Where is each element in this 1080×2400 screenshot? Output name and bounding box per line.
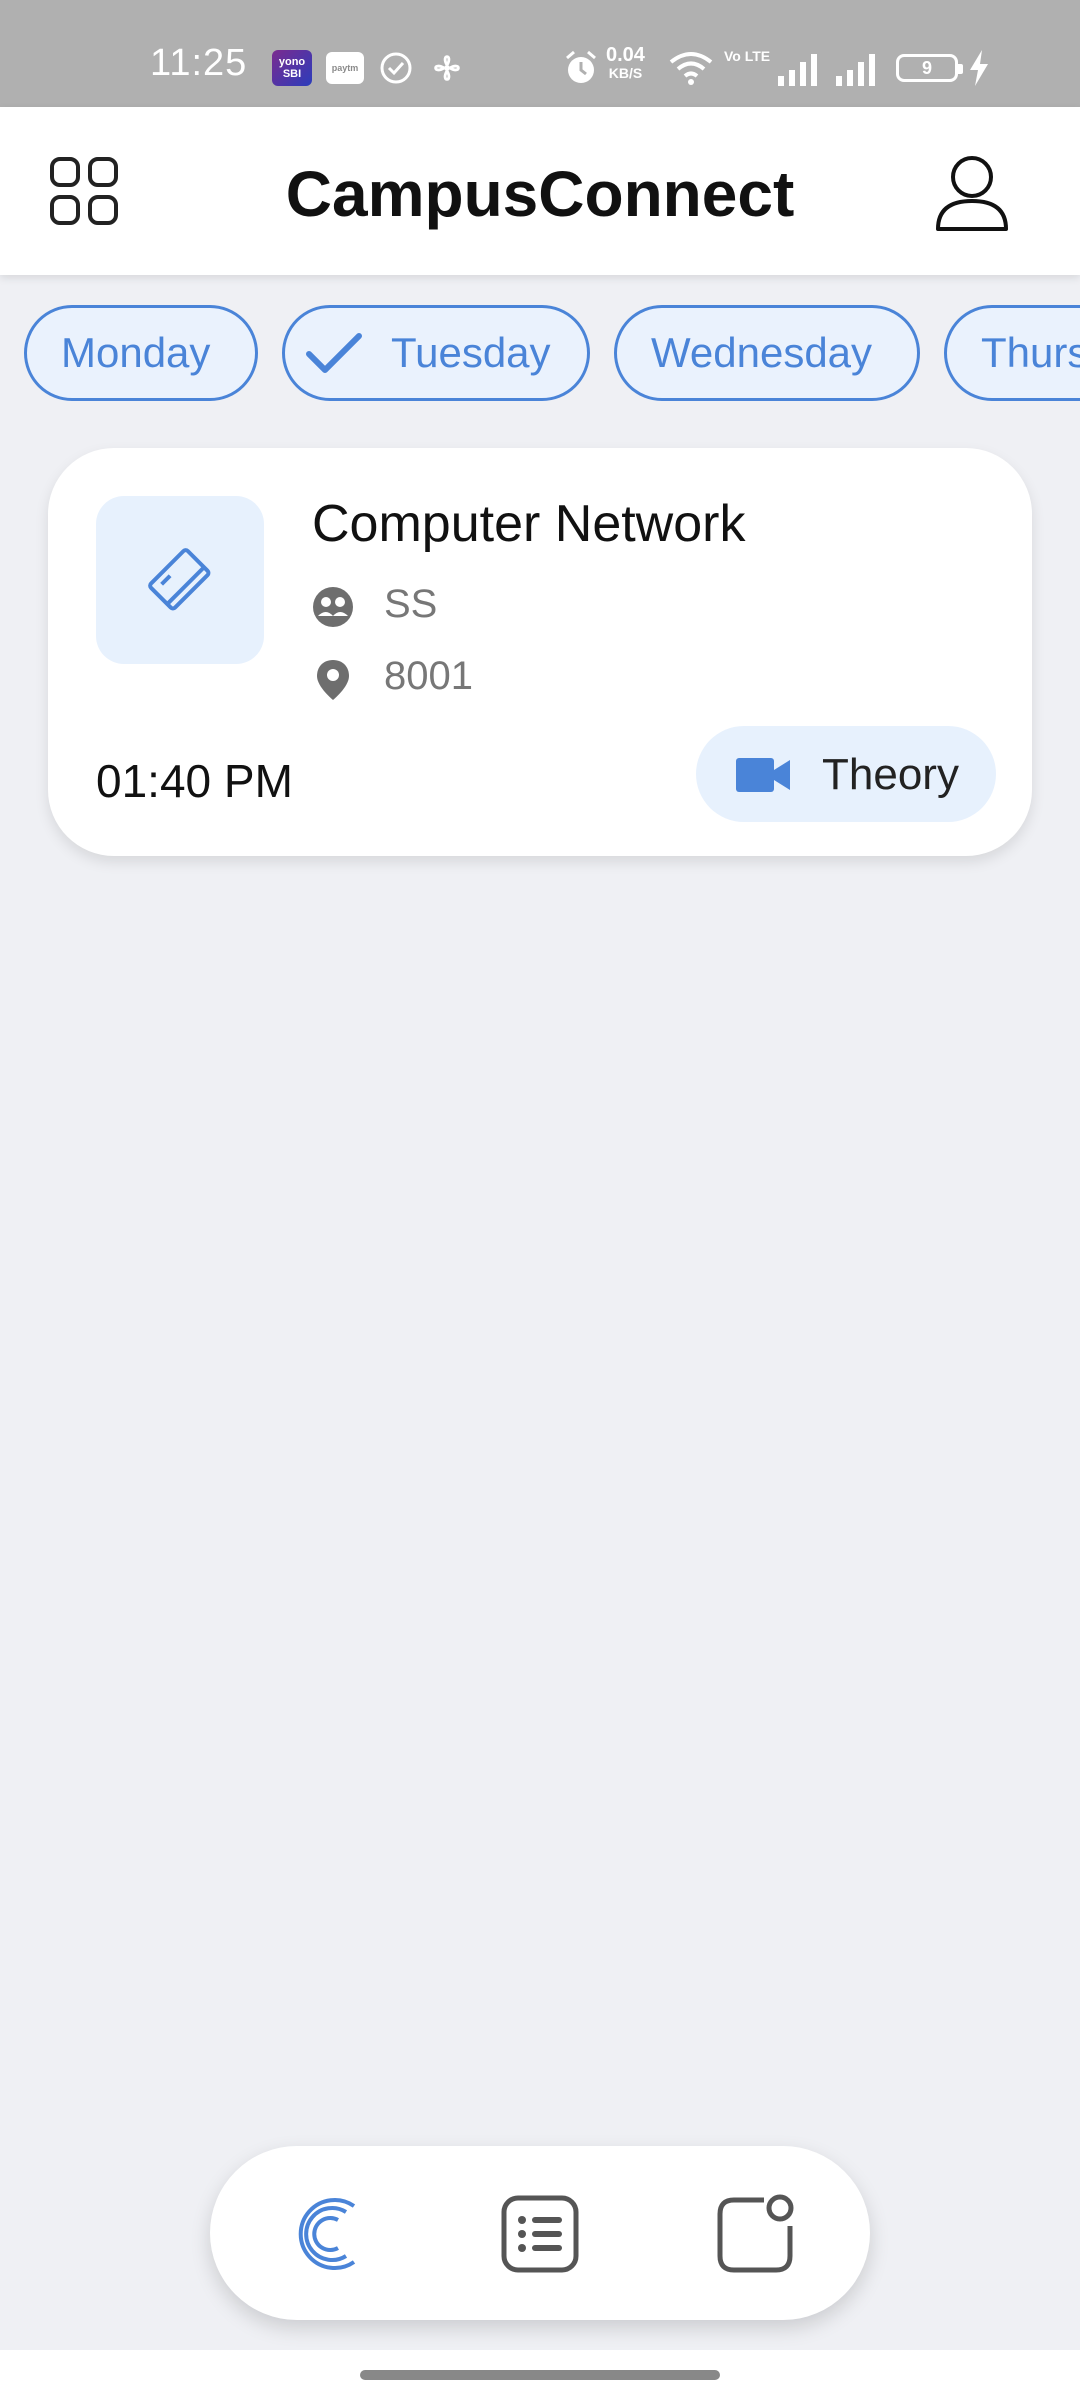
app-title: CampusConnect: [285, 158, 795, 230]
paytm-app-icon: paytm: [326, 52, 364, 84]
class-faculty: SS: [384, 582, 438, 626]
home-indicator[interactable]: [360, 2370, 720, 2380]
check-icon: [306, 333, 362, 373]
class-time: 01:40 PM: [96, 755, 293, 807]
app-bar: CampusConnect: [0, 107, 1080, 275]
day-chip-tuesday[interactable]: Tuesday: [282, 305, 590, 401]
class-room: 8001: [384, 654, 473, 698]
location-pin-icon: [317, 660, 349, 700]
day-chip-label: Thurs: [981, 329, 1080, 376]
wifi-icon: [669, 52, 713, 85]
volte-indicator: Vo LTE: [724, 48, 771, 64]
day-chip-wednesday[interactable]: Wednesday: [614, 305, 920, 401]
day-chip-monday[interactable]: Monday: [24, 305, 258, 401]
network-speed: 0.04 KB/S: [606, 44, 645, 81]
day-selector: Monday Tuesday Wednesday Thurs: [0, 305, 1080, 401]
notification-icon[interactable]: [712, 2190, 800, 2278]
fan-icon: [434, 55, 460, 81]
subject-icon-tile: [96, 496, 264, 664]
faculty-icon: [313, 587, 353, 627]
signal-icon: [778, 54, 817, 86]
video-camera-icon: [736, 758, 790, 792]
signal-icon: [836, 54, 875, 86]
day-chip-thursday[interactable]: Thurs: [944, 305, 1080, 401]
status-time: 11:25: [150, 42, 248, 84]
gesture-bar: [0, 2350, 1080, 2400]
yono-app-icon: yono SBI: [272, 50, 312, 86]
day-chip-label: Wednesday: [651, 329, 873, 376]
status-bar: 11:25 yono SBI paytm 0.04 KB/S Vo LTE 9: [0, 0, 1080, 107]
day-chip-label: Monday: [61, 329, 211, 376]
list-icon[interactable]: [496, 2190, 584, 2278]
person-icon[interactable]: [934, 153, 1010, 233]
check-circle-icon: [380, 52, 412, 84]
bottom-navigation: [210, 2146, 870, 2320]
battery-indicator: 9: [896, 54, 963, 82]
class-subject: Computer Network: [312, 495, 746, 553]
class-type: Theory: [822, 750, 959, 799]
charging-icon: [970, 50, 988, 86]
book-icon: [148, 548, 211, 611]
faculty-row: SS: [312, 582, 612, 632]
day-chip-label: Tuesday: [391, 329, 551, 376]
class-type-badge: Theory: [696, 726, 996, 822]
alarm-icon: [566, 50, 596, 83]
class-card[interactable]: Computer Network SS 8001 01:40 PM Theory: [48, 448, 1032, 856]
campusconnect-logo-icon[interactable]: [284, 2190, 372, 2278]
room-row: 8001: [312, 654, 612, 704]
